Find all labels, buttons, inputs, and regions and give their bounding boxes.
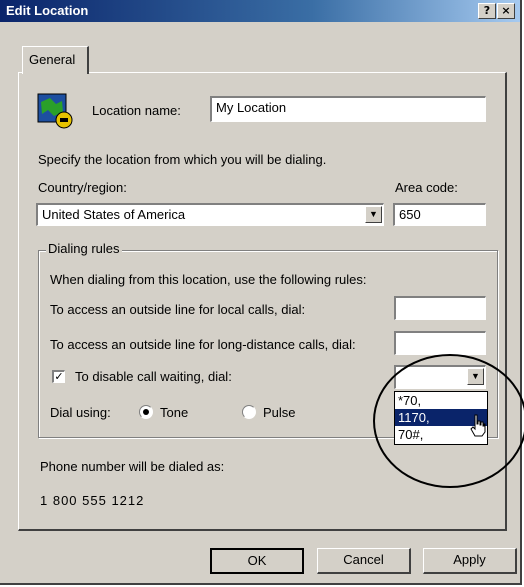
country-select[interactable]: United States of America ▼ — [36, 203, 384, 226]
call-waiting-option[interactable]: *70, — [395, 392, 487, 409]
instructions-text: Specify the location from which you will… — [38, 152, 327, 167]
hand-cursor-icon — [470, 414, 486, 438]
area-code-label: Area code: — [395, 180, 458, 195]
call-waiting-checkbox[interactable]: ✓ — [52, 370, 65, 383]
country-label: Country/region: — [38, 180, 127, 195]
dialing-rules-label: Dialing rules — [46, 241, 122, 256]
location-name-input[interactable]: My Location — [210, 96, 486, 122]
phone-dialed-label: Phone number will be dialed as: — [40, 459, 225, 474]
window-title: Edit Location — [6, 3, 89, 18]
location-icon — [36, 92, 74, 130]
local-calls-input[interactable] — [394, 296, 486, 320]
tab-general-label: General — [29, 52, 76, 67]
radio-selected-dot — [143, 409, 149, 415]
location-name-label: Location name: — [92, 103, 181, 118]
tone-label: Tone — [160, 405, 189, 420]
dialing-rules-intro: When dialing from this location, use the… — [50, 272, 367, 287]
title-bar[interactable]: Edit Location ? × — [0, 0, 520, 22]
help-button[interactable]: ? — [478, 3, 496, 19]
long-distance-input[interactable] — [394, 331, 486, 355]
pulse-radio[interactable] — [242, 405, 256, 419]
close-button[interactable]: × — [497, 3, 515, 19]
tone-radio[interactable] — [139, 405, 153, 419]
tab-general[interactable]: General — [22, 46, 89, 74]
pulse-label: Pulse — [263, 405, 296, 420]
edit-location-dialog: Edit Location ? × General Location name:… — [0, 0, 522, 585]
call-waiting-label: To disable call waiting, dial: — [75, 369, 232, 384]
area-code-input[interactable]: 650 — [393, 203, 486, 226]
call-waiting-select[interactable]: ▼ — [394, 365, 486, 389]
chevron-down-icon[interactable]: ▼ — [365, 206, 382, 223]
dial-using-label: Dial using: — [50, 405, 111, 420]
cancel-button[interactable]: Cancel — [317, 548, 411, 574]
ok-button[interactable]: OK — [210, 548, 304, 574]
local-calls-label: To access an outside line for local call… — [50, 302, 306, 317]
country-value: United States of America — [42, 207, 186, 222]
long-distance-label: To access an outside line for long-dista… — [50, 337, 356, 352]
phone-number: 1 800 555 1212 — [40, 493, 145, 508]
chevron-down-icon[interactable]: ▼ — [467, 368, 484, 385]
apply-button[interactable]: Apply — [423, 548, 517, 574]
